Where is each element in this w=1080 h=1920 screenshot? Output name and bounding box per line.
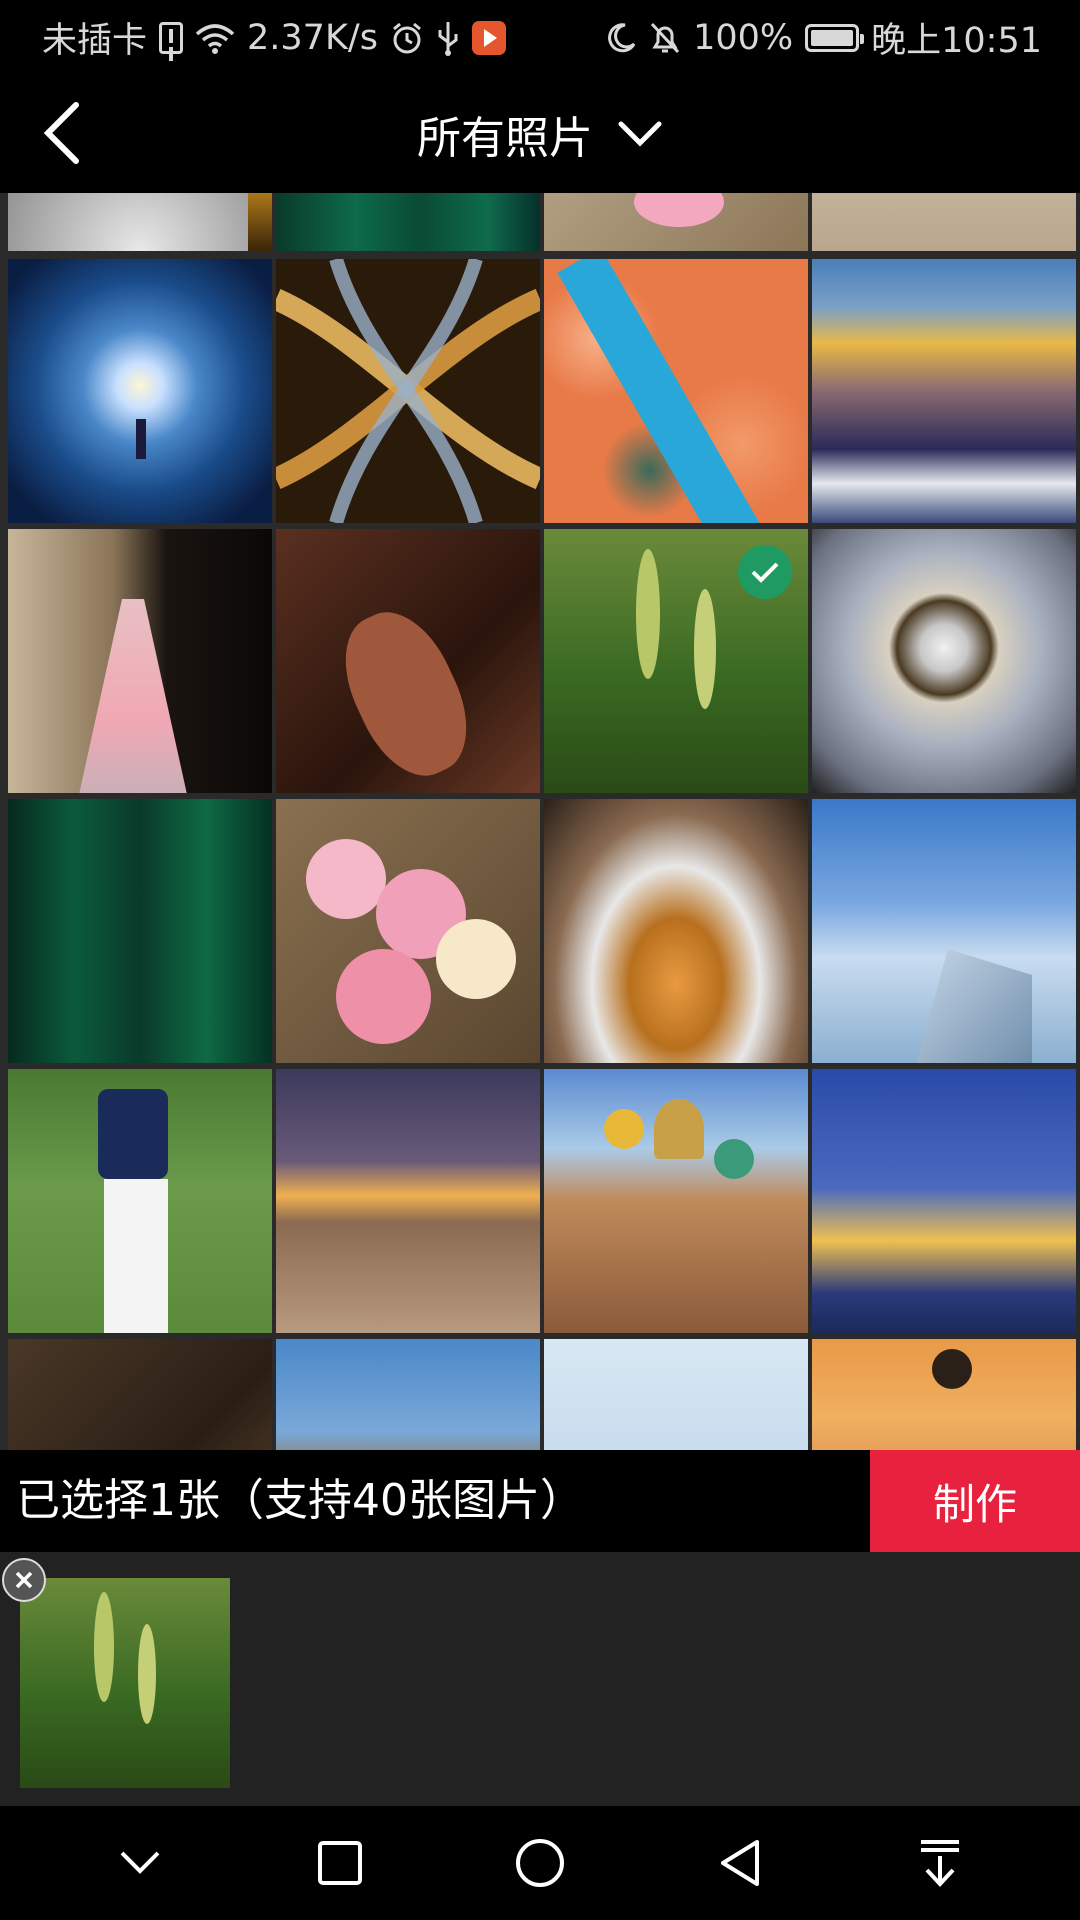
photo-tile[interactable]	[544, 193, 808, 251]
photo-tile[interactable]	[276, 799, 540, 1063]
carrier-label: 未插卡	[42, 21, 148, 61]
battery-percent: 100%	[693, 17, 794, 58]
photo-tile[interactable]	[8, 799, 272, 1063]
app-header: 所有照片	[0, 75, 1080, 193]
photo-tile[interactable]	[812, 193, 1076, 251]
alarm-icon	[390, 21, 424, 55]
net-speed: 2.37K/s	[247, 17, 378, 58]
photo-tile[interactable]	[8, 1339, 272, 1450]
video-app-icon	[471, 20, 506, 55]
nav-home-button[interactable]	[500, 1823, 580, 1903]
photo-tile[interactable]	[812, 1069, 1076, 1333]
pull-down-icon	[921, 1840, 959, 1887]
nav-recents-button[interactable]	[300, 1823, 380, 1903]
photo-tile[interactable]	[544, 529, 808, 793]
photo-tile[interactable]	[544, 1069, 808, 1333]
photo-tile[interactable]	[544, 259, 808, 523]
mute-bell-icon	[649, 21, 681, 55]
status-left: 未插卡 2.37K/s	[42, 12, 506, 63]
system-nav-bar	[0, 1806, 1080, 1920]
photo-tile[interactable]	[276, 259, 540, 523]
wifi-icon	[195, 22, 235, 54]
photo-tile[interactable]	[8, 259, 272, 523]
photo-tile[interactable]	[812, 1339, 1076, 1450]
photo-tile[interactable]	[812, 799, 1076, 1063]
check-icon	[751, 562, 779, 583]
photo-tile[interactable]	[8, 529, 272, 793]
photo-tile[interactable]	[276, 1069, 540, 1333]
photo-tile[interactable]	[276, 529, 540, 793]
selected-tray	[0, 1552, 1080, 1806]
nav-hide-button[interactable]	[100, 1823, 180, 1903]
selection-summary: 已选择1张（支持40张图片）	[16, 1475, 584, 1526]
circle-icon	[516, 1839, 564, 1887]
album-selector[interactable]: 所有照片	[0, 75, 1080, 193]
photo-tile[interactable]	[276, 1339, 540, 1450]
chevron-down-icon	[120, 1851, 160, 1874]
photo-tile[interactable]	[544, 799, 808, 1063]
selection-bar: 已选择1张（支持40张图片） 制作	[0, 1450, 1080, 1552]
square-icon	[318, 1841, 362, 1885]
photo-tile[interactable]	[544, 1339, 808, 1450]
nav-back-button[interactable]	[700, 1823, 780, 1903]
status-bar: 未插卡 2.37K/s 100% 晚上10:51	[0, 0, 1080, 75]
selected-check-badge	[738, 545, 792, 599]
battery-icon	[805, 23, 865, 52]
status-right: 100% 晚上10:51	[605, 12, 1042, 63]
nav-notification-button[interactable]	[900, 1823, 980, 1903]
make-button[interactable]: 制作	[870, 1450, 1080, 1552]
sim-alert-icon	[159, 21, 184, 54]
usb-icon	[436, 20, 460, 56]
photo-tile[interactable]	[812, 529, 1076, 793]
remove-selected-button[interactable]	[2, 1558, 46, 1602]
close-icon	[15, 1571, 33, 1589]
selected-thumbnail[interactable]	[20, 1578, 230, 1788]
photo-tile[interactable]	[276, 193, 540, 251]
triangle-back-icon	[721, 1840, 759, 1886]
moon-icon	[605, 22, 637, 54]
photo-grid[interactable]	[0, 193, 1080, 1450]
page-title: 所有照片	[417, 113, 593, 164]
photo-tile[interactable]	[8, 193, 272, 251]
photo-tile[interactable]	[8, 1069, 272, 1333]
clock: 晚上10:51	[871, 21, 1042, 61]
photo-tile[interactable]	[812, 259, 1076, 523]
chevron-down-icon	[618, 121, 662, 147]
